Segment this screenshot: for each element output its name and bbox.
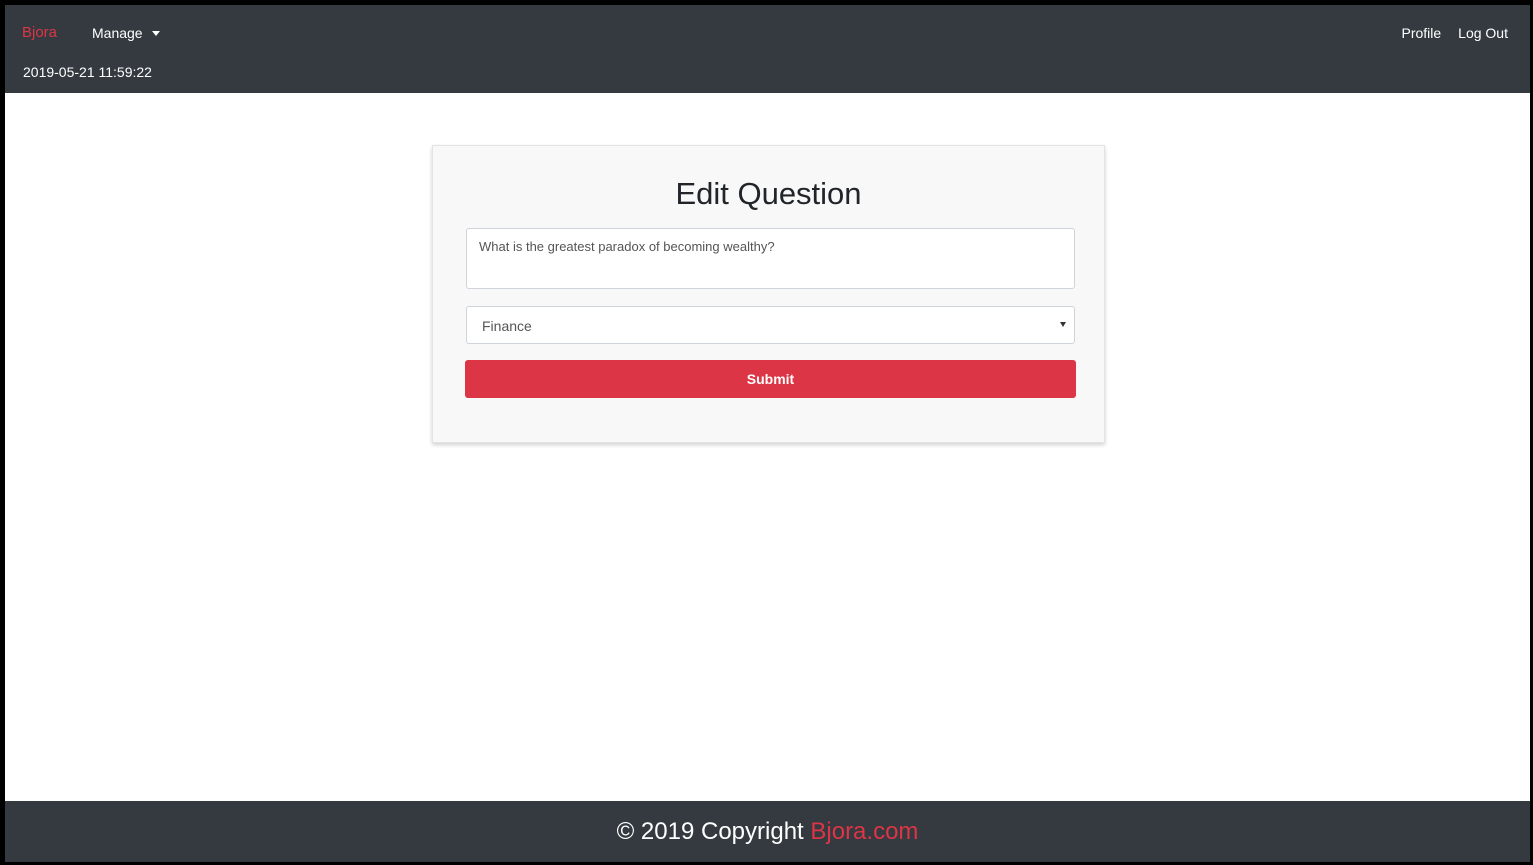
brand-logo-link[interactable]: Bjora xyxy=(22,24,57,41)
caret-down-icon xyxy=(151,30,160,36)
copyright-text: © 2019 Copyright xyxy=(616,818,804,845)
profile-link[interactable]: Profile xyxy=(1401,25,1441,41)
manage-label: Manage xyxy=(92,25,143,41)
category-selected-value: Finance xyxy=(482,318,532,334)
page-title: Edit Question xyxy=(675,176,862,211)
edit-question-card: Edit Question What is the greatest parad… xyxy=(432,145,1105,443)
current-datetime: 2019-05-21 11:59:22 xyxy=(23,64,152,80)
category-select[interactable]: Finance xyxy=(466,306,1075,344)
page: Bjora Manage 2019-05-21 11:59:22 Profile… xyxy=(5,5,1530,862)
question-input[interactable]: What is the greatest paradox of becoming… xyxy=(466,228,1075,289)
navbar: Bjora Manage 2019-05-21 11:59:22 Profile… xyxy=(5,5,1530,93)
submit-button[interactable]: Submit xyxy=(465,360,1076,398)
footer: © 2019 Copyright Bjora.com xyxy=(5,801,1530,862)
select-arrow-icon xyxy=(1060,322,1066,327)
manage-dropdown-toggle[interactable]: Manage xyxy=(92,25,160,41)
logout-link[interactable]: Log Out xyxy=(1458,25,1508,41)
nav-right-links: Profile Log Out xyxy=(1401,25,1508,41)
footer-site-link[interactable]: Bjora.com xyxy=(810,818,918,845)
